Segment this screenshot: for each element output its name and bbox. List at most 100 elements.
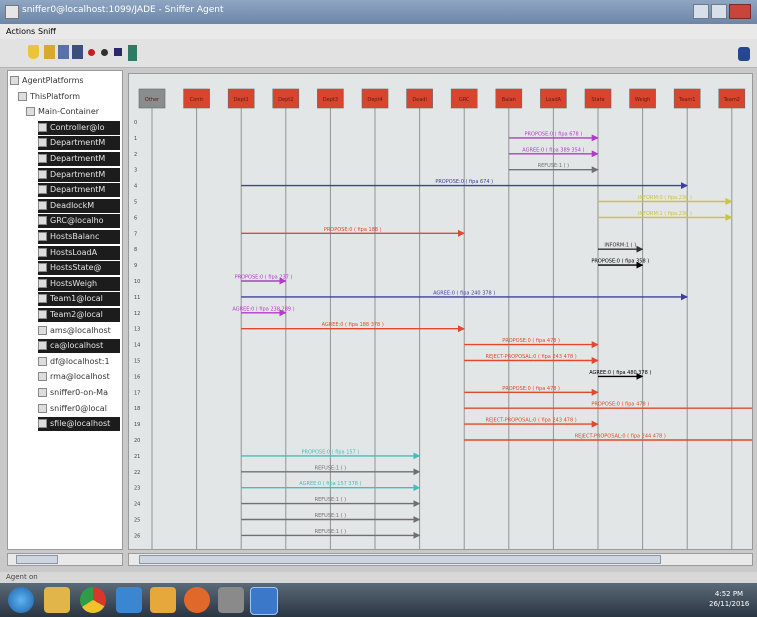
row-number: 19 — [134, 422, 140, 428]
row-number: 13 — [134, 327, 140, 333]
settings-icon[interactable] — [218, 587, 244, 613]
agent-icon — [38, 200, 47, 210]
agent-label: Balan — [502, 97, 516, 103]
ie-icon[interactable] — [116, 587, 142, 613]
row-number: 25 — [134, 518, 140, 524]
tree-node[interactable]: DepartmentM — [38, 152, 120, 166]
agent-label: LoadA — [546, 97, 562, 103]
chrome-icon[interactable] — [80, 587, 106, 613]
menu-sniff[interactable]: Sniff — [38, 27, 56, 36]
tree-node[interactable]: DepartmentM — [38, 136, 120, 151]
message-label: PROPOSE:0 ( fipa 358 ) — [591, 259, 649, 265]
tree-node[interactable]: DeadlockM — [38, 198, 120, 213]
system-clock: 4:52 PM 26/11/2016 — [709, 589, 749, 609]
tree-node[interactable]: DepartmentM — [38, 183, 120, 198]
diagram-horizontal-scrollbar[interactable] — [128, 553, 753, 566]
status-bar: Agent on — [0, 572, 757, 583]
agent-icon — [38, 185, 47, 195]
stop-icon[interactable] — [101, 49, 108, 56]
agent-icon — [38, 247, 47, 257]
tree-node[interactable]: sniffer0-on-Ma — [38, 386, 120, 400]
message-label: REFUSE:1 ( ) — [315, 513, 346, 519]
app-icon — [5, 5, 19, 19]
tree-node[interactable]: sniffer0@local — [38, 402, 120, 416]
java-app-icon[interactable] — [250, 587, 278, 615]
tree-node[interactable]: Controller@lo — [38, 120, 120, 135]
clock-date: 26/11/2016 — [709, 600, 750, 608]
tree-node-label: Team2@local — [50, 310, 103, 319]
message-label: PROPOSE:0 ( fipa 678 ) — [525, 131, 583, 137]
tree-node[interactable]: HostsBalanc — [38, 230, 120, 244]
message-label: INFORM:1 ( ) — [604, 243, 636, 249]
tree-node[interactable]: HostsWeigh — [38, 276, 120, 291]
message-label: REFUSE:1 ( ) — [315, 497, 346, 503]
tree-node-label: AgentPlatforms — [22, 76, 84, 85]
tree-node-label: ThisPlatform — [30, 91, 81, 101]
agent-label: Deadl — [412, 97, 427, 103]
maximize-button[interactable] — [711, 4, 727, 19]
tree-node[interactable]: Team1@local — [38, 292, 120, 307]
minimize-button[interactable] — [693, 4, 709, 19]
agent-icon — [38, 216, 47, 226]
agent-label: Dept1 — [234, 97, 249, 103]
agent-icon — [38, 138, 47, 148]
tree-node[interactable]: Main-Container — [26, 105, 120, 119]
message-label: AGREE:0 ( fipa 188 378 ) — [322, 322, 384, 328]
message-label: INFORM:0 ( fipa 236 ) — [638, 195, 692, 201]
start-orb-icon[interactable] — [8, 587, 34, 613]
status-text: Agent on — [6, 573, 38, 581]
tree-scrollbar-thumb[interactable] — [16, 555, 58, 564]
row-number: 18 — [134, 406, 140, 412]
message-filter-icon[interactable] — [114, 48, 122, 56]
record-icon[interactable] — [88, 49, 95, 56]
tree-node[interactable]: AgentPlatforms — [10, 74, 120, 88]
save-icon[interactable] — [58, 45, 69, 59]
tree-node[interactable]: df@localhost:1 — [38, 355, 120, 369]
message-label: AGREE:0 ( fipa 157 378 ) — [299, 481, 361, 487]
tree-horizontal-scrollbar[interactable] — [7, 553, 123, 566]
row-number: 8 — [134, 247, 137, 253]
tree-node-label: HostsWeigh — [50, 278, 98, 288]
tree-node-label: sfile@localhost — [50, 419, 111, 429]
row-number: 24 — [134, 502, 140, 508]
message-label: REFUSE:1 ( ) — [315, 465, 346, 471]
menu-actions[interactable]: Actions — [6, 27, 35, 36]
jade-logo-icon — [738, 47, 750, 61]
save-as-icon[interactable] — [72, 45, 83, 59]
sniffer-diagram[interactable]: Other Contr Dept1 Dept2 Dept3 Dept4 Deadl GRC Ba… — [128, 73, 753, 550]
tree-node[interactable]: ams@localhost — [38, 324, 120, 338]
agent-icon — [38, 403, 47, 413]
tree-node-label: DepartmentM — [50, 185, 106, 195]
tree-node[interactable]: DepartmentM — [38, 167, 120, 182]
menu-bar: Actions Sniff — [0, 24, 757, 39]
media-player-icon[interactable] — [150, 587, 176, 613]
row-number: 3 — [134, 168, 137, 174]
agent-icon — [38, 169, 47, 179]
agent-icon — [38, 388, 47, 397]
file-explorer-icon[interactable] — [44, 587, 70, 613]
open-icon[interactable] — [44, 45, 55, 59]
windows-taskbar: 4:52 PM 26/11/2016 — [0, 583, 757, 617]
agent-icon — [38, 294, 47, 304]
tree-node[interactable]: rma@localhost — [38, 370, 120, 384]
row-number: 6 — [134, 215, 137, 221]
exit-icon[interactable] — [128, 45, 137, 61]
tree-node[interactable]: HostsState@ — [38, 261, 120, 276]
tree-node[interactable]: ca@localhost — [38, 339, 120, 354]
close-button[interactable] — [729, 4, 751, 19]
firefox-icon[interactable] — [184, 587, 210, 613]
tree-node-label: Team1@local — [50, 294, 103, 304]
tree-node[interactable]: Team2@local — [38, 308, 120, 322]
tree-node[interactable]: HostsLoadA — [38, 245, 120, 260]
row-number: 21 — [134, 454, 140, 460]
message-label: REJECT-PROPOSAL:0 ( fipa 243 478 ) — [485, 418, 576, 424]
diagram-scrollbar-thumb[interactable] — [139, 555, 661, 564]
agent-icon — [38, 232, 47, 241]
tree-node[interactable]: sfile@localhost — [38, 417, 120, 432]
clear-icon[interactable] — [28, 45, 39, 59]
tree-node[interactable]: GRC@localho — [38, 214, 120, 229]
agent-tree[interactable]: AgentPlatforms ThisPlatform Main-Container… — [7, 70, 123, 550]
clock-time: 4:52 PM — [714, 590, 744, 598]
window-titlebar: sniffer0@localhost:1099/JADE - Sniffer A… — [0, 0, 757, 24]
tree-node[interactable]: ThisPlatform — [18, 90, 120, 104]
